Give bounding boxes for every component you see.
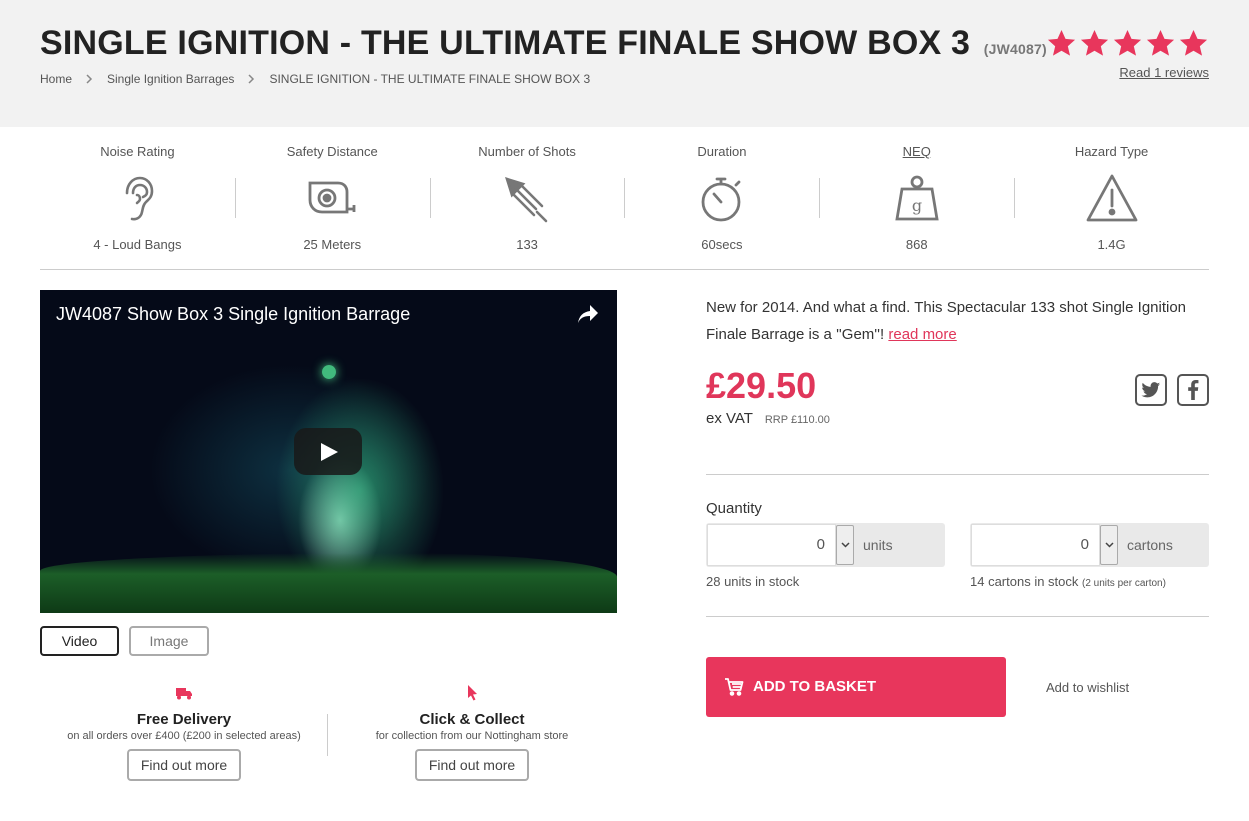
rrp-price: RRP £110.00 [764, 414, 830, 426]
share-icon[interactable] [577, 304, 599, 324]
spec-number-of-shots: Number of Shots 133 [429, 127, 625, 269]
product-code: (JW4087) [983, 41, 1047, 57]
spec-hazard-type: Hazard Type 1.4G [1014, 127, 1209, 269]
facebook-share-button[interactable] [1177, 374, 1209, 406]
cartons-unit-label: cartons [1127, 537, 1173, 553]
product-price: £29.50 [706, 365, 817, 406]
quantity-label: Quantity [706, 500, 762, 517]
twitter-icon [1141, 381, 1161, 397]
divider [706, 474, 1209, 475]
divider [706, 616, 1209, 617]
add-to-basket-label: ADD TO BASKET [753, 678, 877, 695]
perk-subtitle: on all orders over £400 (£200 in selecte… [67, 730, 301, 742]
units-quantity-dropdown[interactable] [836, 525, 854, 565]
chevron-right-icon [248, 74, 255, 84]
spec-value: 868 [905, 237, 928, 252]
truck-icon [176, 688, 192, 700]
warning-icon [1086, 174, 1137, 222]
units-quantity-input[interactable]: 0 [707, 524, 836, 566]
cartons-stock-note: (2 units per carton) [1082, 578, 1166, 589]
star-icon [1179, 29, 1208, 56]
spec-label[interactable]: NEQ [819, 144, 1014, 159]
spec-safety-distance: Safety Distance 25 Meters [234, 127, 430, 269]
facebook-icon [1188, 380, 1199, 400]
spec-value: 133 [516, 237, 538, 252]
spec-label: Safety Distance [286, 144, 378, 159]
cart-icon [725, 678, 744, 696]
spec-value: 1.4G [1097, 237, 1126, 252]
video-treeline [40, 553, 617, 613]
free-delivery-block: Free Delivery on all orders over £400 (£… [40, 685, 328, 781]
stopwatch-icon [701, 177, 741, 222]
star-icon [1080, 29, 1109, 56]
add-to-basket-button[interactable]: ADD TO BASKET [706, 657, 1006, 717]
star-icon [1047, 29, 1076, 56]
product-title: SINGLE IGNITION - THE ULTIMATE FINALE SH… [40, 24, 971, 62]
spec-label: Number of Shots [478, 144, 576, 159]
cartons-stock: 14 cartons in stock (2 units per carton) [970, 574, 1166, 589]
add-to-wishlist-link[interactable]: Add to wishlist [1046, 680, 1129, 695]
spec-label: Duration [697, 144, 747, 159]
cartons-quantity-input[interactable]: 0 [971, 524, 1100, 566]
spec-value: 25 Meters [303, 237, 362, 252]
perk-title: Click & Collect [419, 711, 525, 728]
spec-duration: Duration 60secs [624, 127, 819, 269]
twitter-share-button[interactable] [1135, 374, 1167, 406]
star-icon [1113, 29, 1142, 56]
page-title: SINGLE IGNITION - THE ULTIMATE FINALE SH… [40, 24, 1047, 63]
spec-value: 4 - Loud Bangs [93, 237, 182, 252]
read-more-link[interactable]: read more [888, 326, 956, 343]
product-header: SINGLE IGNITION - THE ULTIMATE FINALE SH… [0, 0, 1249, 127]
units-quantity-control: 0 units [706, 523, 945, 567]
star-rating[interactable] [1046, 28, 1209, 59]
click-collect-block: Click & Collect for collection from our … [328, 685, 616, 781]
product-specs: Noise Rating 4 - Loud Bangs Safety Dista… [40, 127, 1209, 270]
video-tab-button[interactable]: Video [40, 626, 119, 656]
cartons-stock-text: 14 cartons in stock [970, 574, 1079, 589]
video-player[interactable]: JW4087 Show Box 3 Single Ignition Barrag… [40, 290, 617, 613]
tape-measure-icon [308, 181, 356, 214]
spec-label: Hazard Type [1074, 144, 1149, 159]
play-button[interactable] [294, 428, 362, 475]
product-description: New for 2014. And what a find. This Spec… [706, 294, 1206, 348]
chevron-right-icon [86, 74, 93, 84]
svg-text:g: g [912, 196, 922, 215]
read-reviews-link[interactable]: Read 1 reviews [1119, 65, 1209, 80]
cartons-quantity-control: 0 cartons [970, 523, 1209, 567]
chevron-down-icon [840, 542, 850, 548]
delivery-find-out-more-button[interactable]: Find out more [126, 749, 242, 781]
breadcrumb-category[interactable]: Single Ignition Barrages [107, 72, 234, 86]
image-tab-button[interactable]: Image [129, 626, 209, 656]
price-vat-info: ex VAT RRP £110.00 [706, 410, 830, 427]
cursor-icon [468, 685, 477, 701]
star-icon [1146, 29, 1175, 56]
perk-title: Free Delivery [136, 711, 232, 728]
units-stock: 28 units in stock [706, 574, 800, 589]
breadcrumb-current: SINGLE IGNITION - THE ULTIMATE FINALE SH… [269, 72, 591, 86]
breadcrumb-home[interactable]: Home [40, 72, 72, 86]
rocket-icon [505, 177, 548, 223]
weight-icon: g [895, 175, 939, 221]
spec-label: Noise Rating [100, 144, 175, 159]
chevron-down-icon [1104, 542, 1114, 548]
units-unit-label: units [863, 537, 893, 553]
collect-find-out-more-button[interactable]: Find out more [414, 749, 530, 781]
ear-icon [126, 176, 154, 221]
perk-subtitle: for collection from our Nottingham store [375, 730, 569, 742]
spec-neq: NEQ g 868 [819, 127, 1014, 269]
firework-spark [322, 365, 336, 379]
video-title[interactable]: JW4087 Show Box 3 Single Ignition Barrag… [56, 304, 410, 325]
vat-label: ex VAT [706, 410, 753, 427]
spec-value: 60secs [701, 237, 743, 252]
spec-noise-rating: Noise Rating 4 - Loud Bangs [40, 127, 235, 269]
cartons-quantity-dropdown[interactable] [1100, 525, 1118, 565]
breadcrumb: Home Single Ignition Barrages SINGLE IGN… [40, 72, 590, 86]
